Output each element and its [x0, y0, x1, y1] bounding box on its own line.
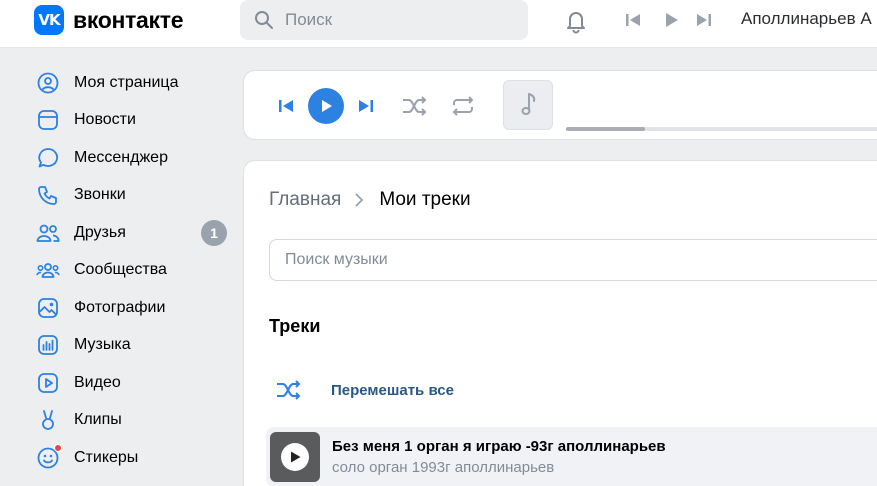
playback-progress-bar[interactable] — [566, 127, 877, 131]
stickers-icon — [36, 443, 62, 470]
track-play-button[interactable] — [270, 432, 320, 482]
user-name[interactable]: Аполлинарьев А — [741, 9, 872, 29]
vk-logo[interactable]: VK вконтакте — [34, 5, 184, 35]
sidebar-item-communities[interactable]: Сообщества — [32, 252, 232, 290]
sidebar-item-photos[interactable]: Фотографии — [32, 289, 232, 327]
music-search-input[interactable] — [285, 251, 877, 269]
sidebar: Моя страница Новости Мессенджер Звонки Д… — [32, 64, 232, 477]
shuffle-icon[interactable] — [400, 93, 430, 119]
sidebar-item-messenger[interactable]: Мессенджер — [32, 139, 232, 177]
phone-icon — [36, 183, 60, 207]
sidebar-item-label: Моя страница — [74, 73, 179, 91]
play-icon — [322, 100, 332, 112]
track-info: Без меня 1 орган я играю -93г аполлинарь… — [332, 438, 666, 476]
vk-logo-badge: VK — [34, 5, 64, 35]
clips-icon — [36, 408, 60, 432]
sidebar-item-stickers[interactable]: Стикеры — [32, 439, 232, 477]
sidebar-item-label: Музыка — [74, 336, 131, 354]
header-search-placeholder: Поиск — [285, 10, 333, 29]
prev-track-icon[interactable] — [274, 95, 298, 117]
breadcrumb: Главная Мои треки — [269, 189, 471, 211]
communities-icon — [36, 258, 60, 282]
vk-logo-text: вконтакте — [73, 6, 184, 33]
play-button[interactable] — [308, 88, 344, 124]
shuffle-all-button[interactable]: Перемешать все — [269, 373, 454, 407]
sidebar-item-my-page[interactable]: Моя страница — [32, 64, 232, 102]
sidebar-item-label: Друзья — [74, 223, 126, 241]
header-next-icon[interactable] — [695, 11, 715, 31]
repeat-icon[interactable] — [448, 93, 478, 119]
user-circle-icon — [36, 71, 60, 95]
sidebar-item-label: Стикеры — [74, 448, 139, 466]
shuffle-all-label: Перемешать все — [331, 381, 454, 399]
sidebar-item-clips[interactable]: Клипы — [32, 402, 232, 440]
audio-player — [243, 70, 877, 140]
sidebar-item-label: Новости — [74, 111, 136, 129]
friends-count-badge: 1 — [201, 219, 227, 246]
message-icon — [36, 146, 60, 170]
photo-icon — [36, 296, 60, 320]
sidebar-item-label: Фотографии — [74, 298, 166, 316]
friends-icon — [36, 221, 60, 245]
breadcrumb-current: Мои треки — [379, 189, 471, 210]
stickers-notification-dot — [54, 443, 62, 452]
header-prev-icon[interactable] — [624, 11, 644, 31]
sidebar-item-label: Сообщества — [74, 261, 167, 279]
shuffle-all-icon — [269, 379, 309, 401]
sidebar-item-music[interactable]: Музыка — [32, 327, 232, 365]
sidebar-item-news[interactable]: Новости — [32, 102, 232, 140]
chevron-right-icon — [353, 193, 367, 207]
playback-progress-fill — [566, 127, 646, 131]
sidebar-item-label: Видео — [74, 373, 121, 391]
track-title: Без меня 1 орган я играю -93г аполлинарь… — [332, 438, 666, 455]
sidebar-item-label: Мессенджер — [74, 148, 168, 166]
header-search[interactable]: Поиск — [240, 0, 528, 40]
track-play-icon — [281, 443, 309, 471]
sidebar-item-calls[interactable]: Звонки — [32, 177, 232, 215]
video-icon — [36, 371, 60, 395]
music-note-icon — [521, 93, 536, 115]
track-row[interactable]: Без меня 1 орган я играю -93г аполлинарь… — [266, 427, 877, 486]
music-icon — [36, 333, 60, 357]
next-track-icon[interactable] — [354, 95, 378, 117]
sidebar-item-label: Клипы — [74, 411, 122, 429]
sidebar-item-label: Звонки — [74, 186, 126, 204]
tracks-section-title: Треки — [269, 316, 321, 336]
top-header: VK вконтакте Поиск Аполлинарьев А — [0, 0, 877, 48]
bell-icon[interactable] — [562, 7, 590, 35]
header-play-icon[interactable] — [662, 11, 682, 31]
sidebar-item-video[interactable]: Видео — [32, 364, 232, 402]
sidebar-item-friends[interactable]: Друзья 1 — [32, 214, 232, 252]
track-cover — [503, 80, 553, 130]
search-icon — [254, 9, 276, 31]
track-artist[interactable]: соло орган 1993г аполлинарьев — [332, 459, 666, 476]
music-main-card: Главная Мои треки Треки Перемешать все Б… — [243, 160, 877, 486]
news-icon — [36, 108, 60, 132]
music-search-field[interactable] — [269, 239, 877, 281]
breadcrumb-home-link[interactable]: Главная — [269, 189, 341, 211]
